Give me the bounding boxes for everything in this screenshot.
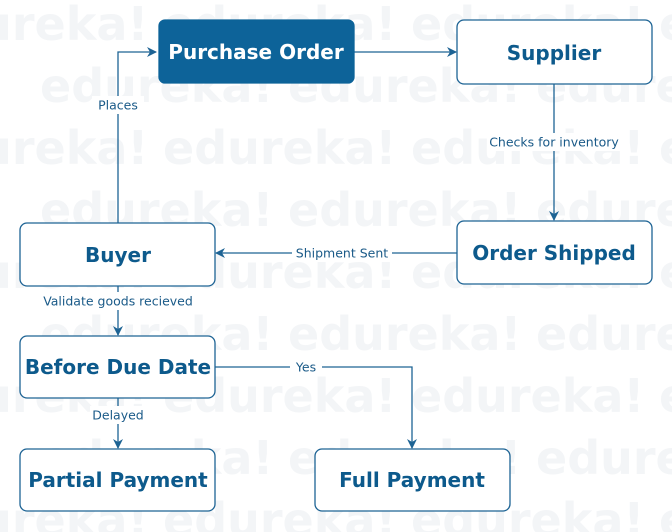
watermark-text: edureka!: [659, 121, 672, 175]
watermark-text: edureka!: [0, 121, 148, 175]
node-full-payment: Full Payment: [314, 448, 511, 512]
watermark-text: edureka!: [659, 369, 672, 423]
watermark-text: edureka!: [163, 121, 396, 175]
node-purchase-order: Purchase Order: [158, 19, 355, 84]
node-before-due-date: Before Due Date: [19, 335, 216, 399]
svg-text:Buyer: Buyer: [85, 243, 151, 267]
watermark-text: edureka!: [659, 493, 672, 532]
watermark-text: edureka!: [536, 431, 672, 485]
edge-label-shipment-sent: Shipment Sent: [296, 246, 388, 261]
watermark-text: edureka!: [0, 0, 148, 51]
node-buyer: Buyer: [19, 222, 216, 287]
watermark-text: edureka!: [659, 0, 672, 51]
svg-text:Purchase Order: Purchase Order: [168, 40, 344, 64]
svg-text:Before Due Date: Before Due Date: [25, 355, 211, 379]
node-supplier: Supplier: [456, 19, 653, 85]
node-partial-payment: Partial Payment: [19, 448, 216, 512]
svg-text:Supplier: Supplier: [507, 41, 602, 65]
node-order-shipped: Order Shipped: [456, 220, 653, 285]
svg-text:Order Shipped: Order Shipped: [472, 241, 636, 265]
edge-label-yes: Yes: [295, 360, 316, 375]
watermark-text: edureka!: [659, 245, 672, 299]
svg-text:Full Payment: Full Payment: [339, 468, 485, 492]
svg-text:Partial Payment: Partial Payment: [28, 468, 208, 492]
watermark-text: edureka!: [288, 307, 521, 361]
edge-label-validate-goods: Validate goods recieved: [43, 294, 193, 309]
edge-label-delayed: Delayed: [92, 408, 143, 423]
watermark-text: edureka!: [536, 307, 672, 361]
watermark-text: edureka!: [411, 369, 644, 423]
flowchart: edureka! edureka! edureka! edureka! edureka!…: [0, 0, 672, 532]
edge-label-places: Places: [98, 98, 138, 113]
edge-label-checks-inventory: Checks for inventory: [489, 135, 619, 150]
